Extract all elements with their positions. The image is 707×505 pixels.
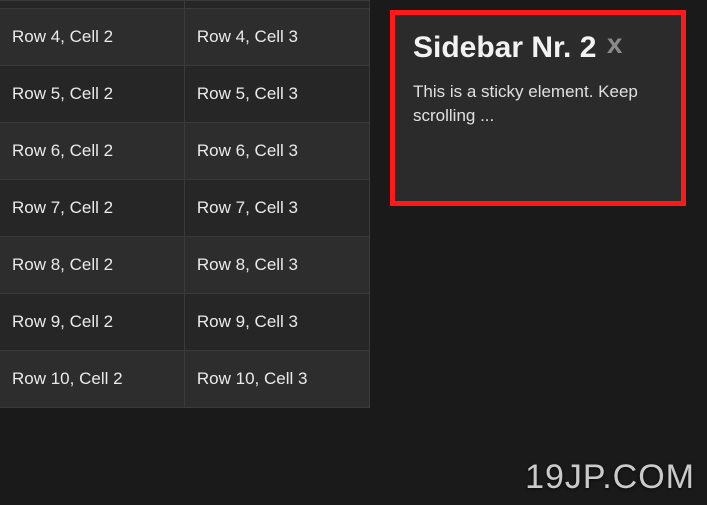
watermark-text: 19JP.COM xyxy=(525,458,695,497)
table-cell: Row 3, Cell 3 xyxy=(184,1,369,9)
sidebar-title: Sidebar Nr. 2 xyxy=(413,31,596,64)
table-row: Row 7, Cell 2 Row 7, Cell 3 xyxy=(0,180,370,237)
table-row: Row 6, Cell 2 Row 6, Cell 3 xyxy=(0,123,370,180)
table-cell: Row 10, Cell 3 xyxy=(184,351,369,408)
table-cell: Row 10, Cell 2 xyxy=(0,351,184,408)
table-cell: Row 9, Cell 3 xyxy=(184,294,369,351)
table-cell: Row 5, Cell 2 xyxy=(0,66,184,123)
sticky-sidebar: Sidebar Nr. 2 x This is a sticky element… xyxy=(390,10,686,206)
sidebar-body-text: This is a sticky element. Keep scrolling… xyxy=(413,80,663,129)
table-cell: Row 3, Cell 2 xyxy=(0,1,184,9)
table-cell: Row 7, Cell 3 xyxy=(184,180,369,237)
table-cell: Row 4, Cell 2 xyxy=(0,9,184,66)
table-cell: Row 7, Cell 2 xyxy=(0,180,184,237)
table-cell: Row 6, Cell 3 xyxy=(184,123,369,180)
close-icon[interactable]: x xyxy=(607,28,623,59)
table-cell: Row 6, Cell 2 xyxy=(0,123,184,180)
table-cell: Row 8, Cell 2 xyxy=(0,237,184,294)
table-cell: Row 8, Cell 3 xyxy=(184,237,369,294)
table-cell: Row 4, Cell 3 xyxy=(184,9,369,66)
table-row: Row 4, Cell 2 Row 4, Cell 3 xyxy=(0,9,370,66)
data-table: Row 3, Cell 2 Row 3, Cell 3 Row 4, Cell … xyxy=(0,0,370,408)
table-cell: Row 9, Cell 2 xyxy=(0,294,184,351)
table-row: Row 8, Cell 2 Row 8, Cell 3 xyxy=(0,237,370,294)
data-table-area: Row 3, Cell 2 Row 3, Cell 3 Row 4, Cell … xyxy=(0,0,370,408)
table-row: Row 9, Cell 2 Row 9, Cell 3 xyxy=(0,294,370,351)
table-row: Row 5, Cell 2 Row 5, Cell 3 xyxy=(0,66,370,123)
table-cell: Row 5, Cell 3 xyxy=(184,66,369,123)
table-row: Row 3, Cell 2 Row 3, Cell 3 xyxy=(0,1,370,9)
table-row: Row 10, Cell 2 Row 10, Cell 3 xyxy=(0,351,370,408)
